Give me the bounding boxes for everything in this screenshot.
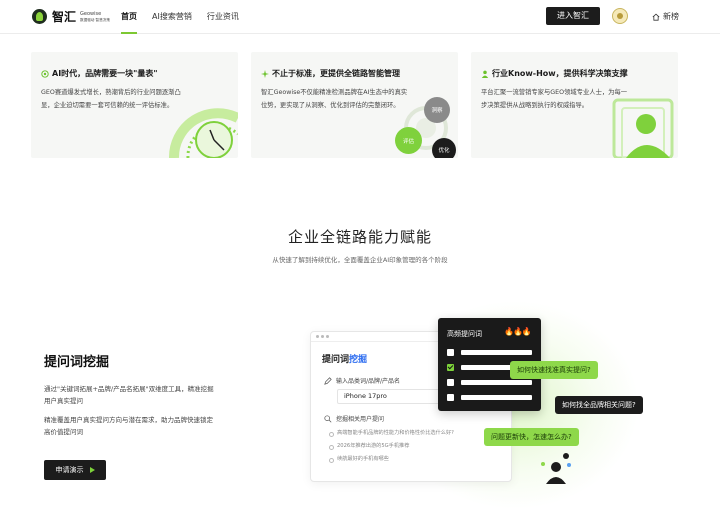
result-row-label: 挖掘相关用户提问	[324, 414, 384, 423]
logo-subtext: Geowise 数据驱动 智慧决策	[80, 11, 110, 23]
input-row-label: 输入品类词/品牌/产品名	[324, 376, 400, 385]
feature-card-management: 不止于标准，更提供全链路智能管理 智汇Geowise不仅能精准检测品牌在AI生态…	[251, 52, 458, 158]
expert-icon	[481, 70, 489, 78]
bubble-questions-update: 问题更新快，怎速怎么办?	[484, 428, 579, 446]
home-link[interactable]: 新榜	[652, 11, 679, 22]
card-title: AI时代，品牌需要一块"量表"	[41, 68, 158, 79]
nav-item-home[interactable]: 首页	[121, 0, 137, 34]
logo-mark-icon	[32, 9, 47, 24]
checkbox-checked[interactable]	[447, 364, 454, 371]
nav-item-ai-search[interactable]: AI搜索营销	[152, 0, 192, 34]
section-subtitle: 从快速了解到持续优化，全面覆盖企业AI印象管理的各个阶段	[272, 256, 448, 264]
sparkle-icon	[261, 69, 269, 78]
search-icon	[324, 414, 332, 422]
window-title-plain: 提问词	[322, 355, 350, 365]
top-header: 智汇 Geowise 数据驱动 智慧决策 首页 AI搜索营销 行业资讯 进入智汇…	[0, 0, 720, 34]
home-icon	[652, 13, 660, 21]
logo-text: 智汇	[52, 10, 77, 24]
panel-row	[447, 349, 532, 356]
card-title: 不止于标准，更提供全链路智能管理	[261, 68, 400, 79]
tag-evaluate: 评估	[395, 127, 422, 154]
card-desc: 平台汇聚一流营销专家与GEO领域专业人士，为每一步决策提供从战略到执行的权威指导…	[481, 89, 628, 109]
tag-insight: 洞察	[424, 97, 450, 123]
panel-title: 高频提问词	[447, 330, 482, 338]
user-thinking-icon	[541, 453, 571, 484]
input-label-text: 输入品类词/品牌/产品名	[336, 378, 401, 385]
question-list: 高端智能手机品牌的性能力和价格性价比选什么好? 2026年推荐出游的5G手机推荐…	[329, 428, 454, 467]
feature-desc-1: 通过"关键词拓展+品牌/产品名拓展"双维度工具，精准挖掘用户真实提问	[44, 385, 214, 405]
tag-evaluate-label: 评估	[402, 138, 414, 145]
window-title-highlight: 挖掘	[349, 355, 368, 365]
checkbox[interactable]	[447, 349, 454, 356]
fire-icon: 🔥🔥🔥	[504, 327, 532, 336]
feature-desc-2: 精准覆盖用户真实提问方向与潜在需求，助力品牌快速锁定高价值提问词	[44, 416, 213, 436]
expert-illustration	[612, 98, 674, 158]
nav-item-news[interactable]: 行业资讯	[207, 0, 239, 34]
bubble-find-real-questions: 如何快速找准真实提问?	[510, 361, 598, 379]
request-demo-label: 申请演示	[55, 466, 84, 474]
keyword-input[interactable]: iPhone 17pro	[337, 389, 442, 404]
checkbox[interactable]	[447, 379, 454, 386]
card-title-text: 不止于标准，更提供全链路智能管理	[272, 69, 400, 78]
result-label-text: 挖掘相关用户提问	[336, 416, 385, 423]
avatar[interactable]	[612, 8, 628, 24]
card-title: 行业Know-How，提供科学决策支撑	[481, 68, 628, 79]
list-item: 高端智能手机品牌的性能力和价格性价比选什么好?	[329, 428, 454, 441]
play-icon	[89, 467, 95, 473]
bubble-find-all-questions: 如何找全品牌相关问题?	[555, 396, 643, 414]
tag-optimize: 优化	[432, 138, 456, 158]
feature-card-standard: AI时代，品牌需要一块"量表" GEO赛道爆发式增长，熟潮背后的行业问题逐渐凸显…	[31, 52, 238, 158]
gauge-icon	[41, 69, 49, 78]
enter-button[interactable]: 进入智汇	[546, 7, 600, 25]
card-title-text: 行业Know-How，提供科学决策支撑	[492, 69, 628, 78]
gauge-illustration	[168, 108, 238, 158]
feature-card-knowhow: 行业Know-How，提供科学决策支撑 平台汇聚一流营销专家与GEO领域专业人士…	[471, 52, 678, 158]
tag-insight-label: 洞察	[431, 108, 443, 114]
list-item: 2026年推荐出游的5G手机推荐	[329, 441, 454, 454]
checkbox[interactable]	[447, 394, 454, 401]
request-demo-button[interactable]: 申请演示	[44, 460, 106, 480]
home-link-label: 新榜	[663, 12, 679, 21]
list-item: 续航最好的手机有哪些	[329, 454, 454, 467]
pencil-icon	[324, 376, 332, 385]
panel-row	[447, 394, 532, 401]
feature-title: 提问词挖掘	[44, 355, 110, 370]
logo[interactable]: 智汇 Geowise 数据驱动 智慧决策	[32, 8, 110, 25]
card-title-text: AI时代，品牌需要一块"量表"	[52, 69, 158, 78]
logo-sub-2: 数据驱动 智慧决策	[80, 17, 110, 22]
window-title: 提问词挖掘	[322, 352, 367, 365]
main-nav: 首页 AI搜索营销 行业资讯	[121, 0, 254, 34]
tag-optimize-label: 优化	[438, 148, 450, 154]
section-title: 企业全链路能力赋能	[287, 228, 432, 246]
panel-row	[447, 379, 532, 386]
